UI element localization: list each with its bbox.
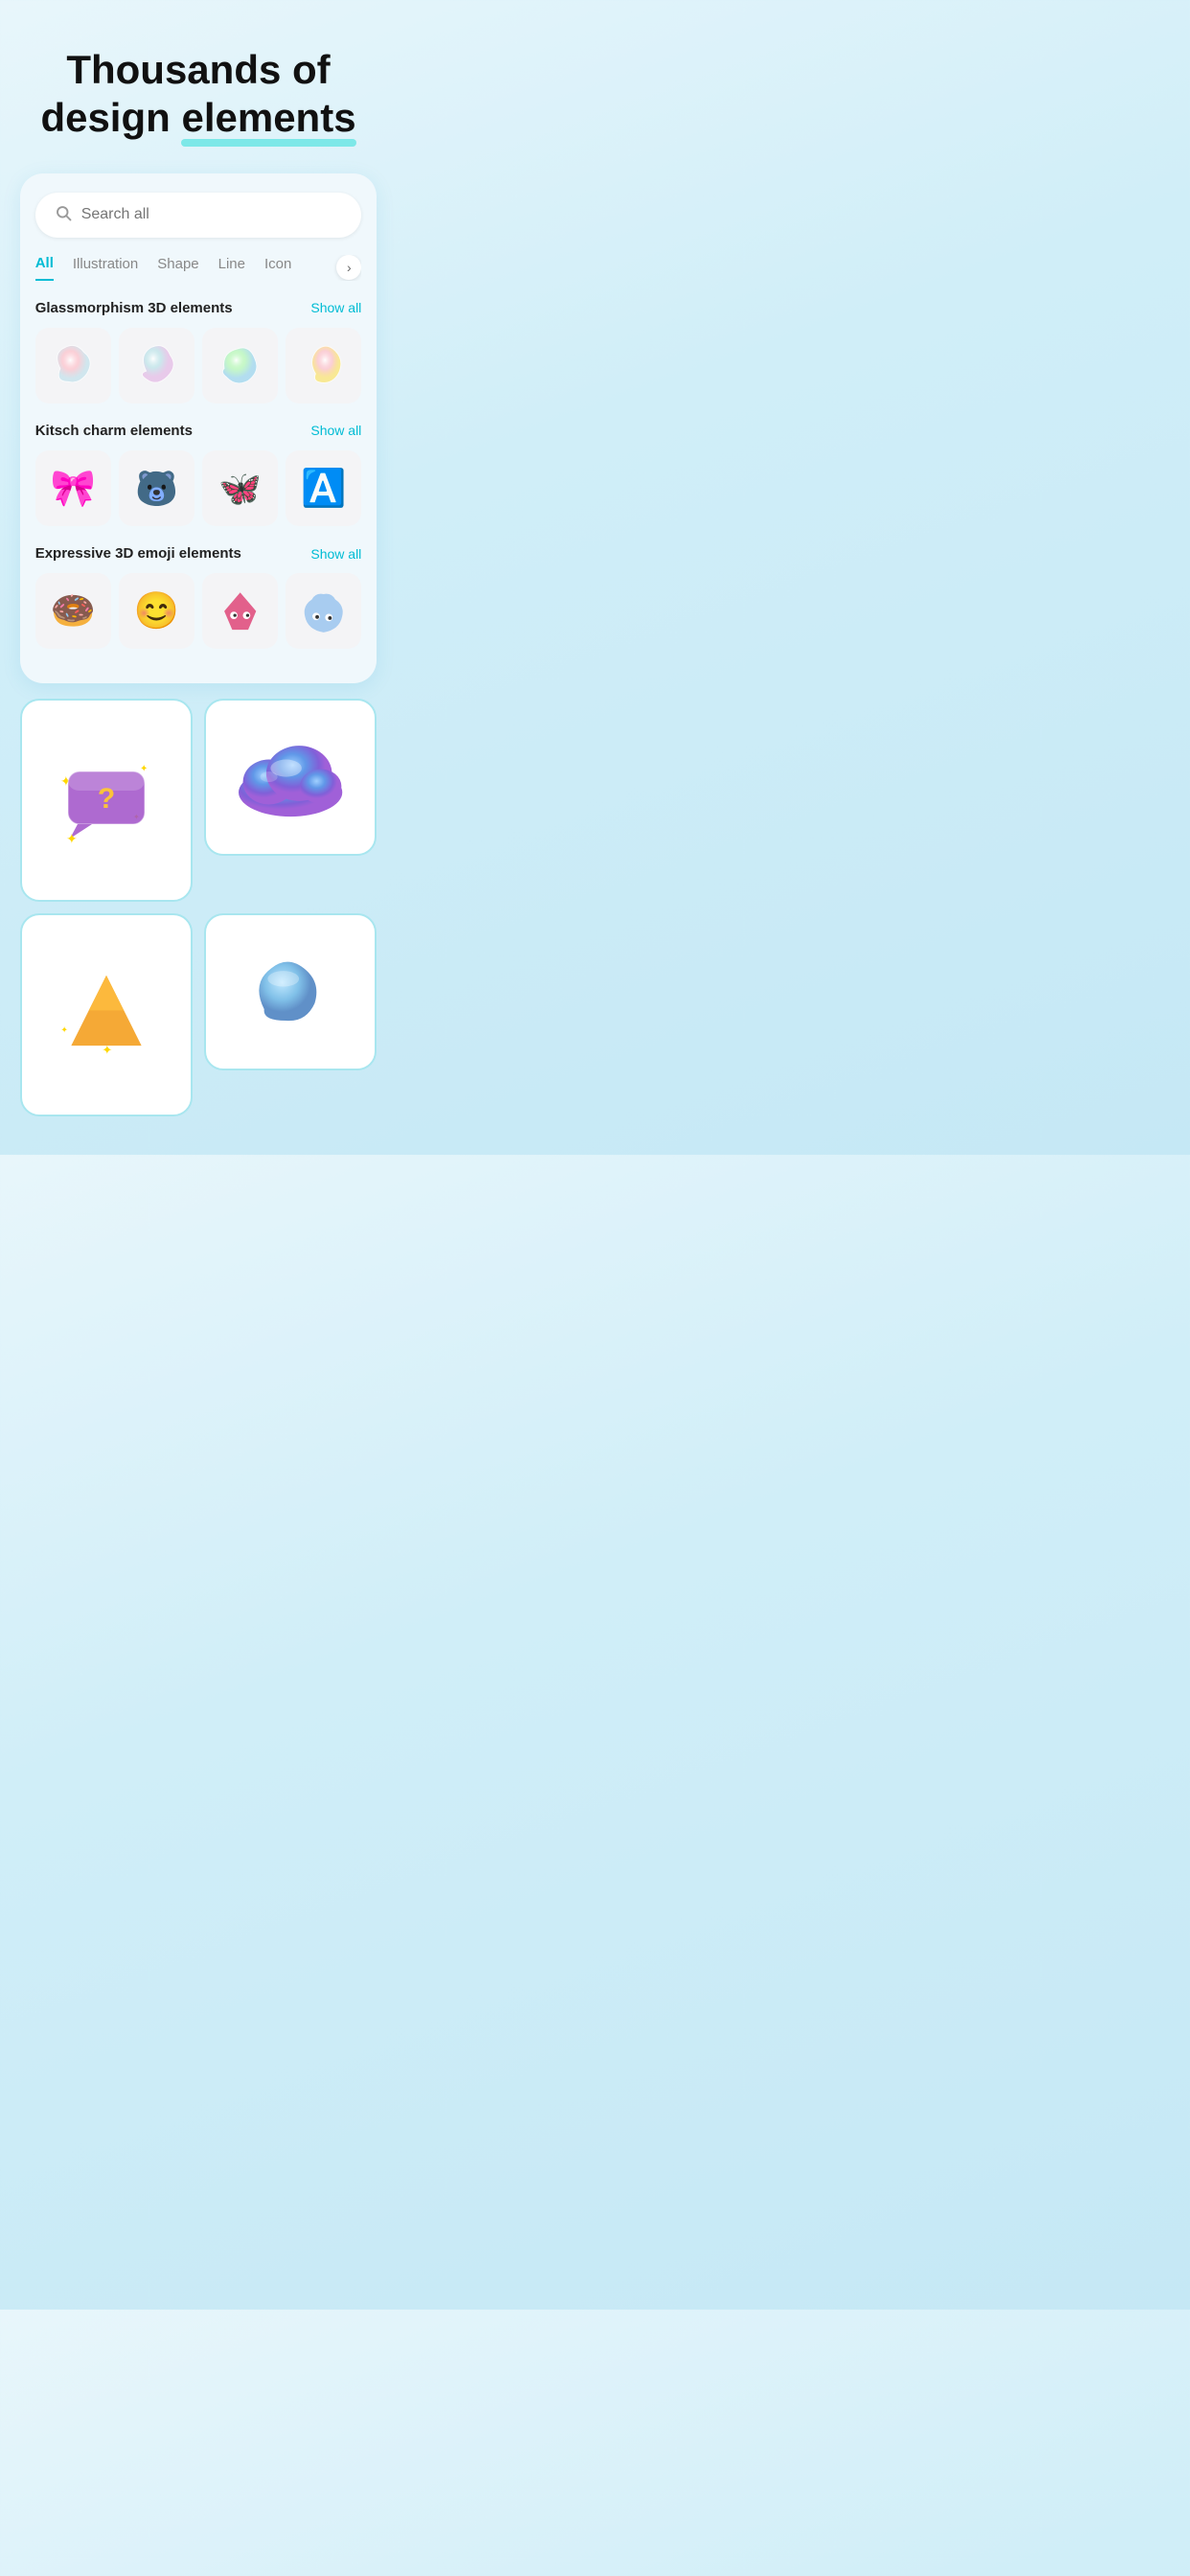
tab-all[interactable]: All: [35, 255, 54, 281]
show-all-emoji3d[interactable]: Show all: [310, 546, 361, 562]
svg-text:?: ?: [98, 783, 115, 815]
question-card-illustration: ✦ ✦ ✦ ? ✦: [49, 743, 164, 858]
search-card: All Illustration Shape Line Icon › Glass…: [20, 173, 378, 683]
landscape-illustration: ✦ ✦: [54, 957, 159, 1072]
section-glassmorphism-title: Glassmorphism 3D elements: [35, 300, 233, 316]
section-glassmorphism-header: Glassmorphism 3D elements Show all: [35, 300, 362, 316]
kitsch-item-bow[interactable]: 🎀: [35, 450, 111, 526]
tab-icon[interactable]: Icon: [264, 256, 291, 280]
emoji-smile: 😊: [134, 590, 179, 632]
show-all-glassmorphism[interactable]: Show all: [310, 300, 361, 315]
emoji-item-2[interactable]: 😊: [119, 573, 195, 649]
section-kitsch-header: Kitsch charm elements Show all: [35, 423, 362, 439]
kitsch-item-butterfly[interactable]: 🦋: [202, 450, 278, 526]
feature-card-question[interactable]: ✦ ✦ ✦ ? ✦: [20, 699, 193, 902]
section-glassmorphism: Glassmorphism 3D elements Show all: [35, 300, 362, 403]
glass-item-4[interactable]: [286, 328, 361, 403]
section-emoji3d-header: Expressive 3D emoji elements Show all: [35, 545, 362, 562]
search-icon: [55, 204, 72, 226]
hero-highlight: elements: [181, 94, 355, 142]
section-kitsch-title: Kitsch charm elements: [35, 423, 193, 439]
glass-item-3[interactable]: [202, 328, 278, 403]
svg-text:✦: ✦: [66, 831, 78, 846]
glass-item-2[interactable]: [119, 328, 195, 403]
show-all-kitsch[interactable]: Show all: [310, 423, 361, 438]
svg-text:✦: ✦: [140, 764, 148, 774]
letter-a-emoji: 🅰️: [301, 468, 346, 510]
hero-title: Thousands of design elements: [2, 46, 394, 143]
emoji-item-4[interactable]: [286, 573, 361, 649]
kitsch-item-letter[interactable]: 🅰️: [286, 450, 361, 526]
emoji-donut: 🍩: [51, 590, 96, 632]
emoji3d-grid: 🍩 😊: [35, 573, 362, 649]
section-kitsch: Kitsch charm elements Show all 🎀 🐻 🦋 🅰️: [35, 423, 362, 526]
bear-emoji: 🐻: [135, 469, 178, 509]
emoji-item-3[interactable]: [202, 573, 278, 649]
misc-illustration: [238, 944, 343, 1040]
section-emoji3d-title: Expressive 3D emoji elements: [35, 545, 241, 562]
tabs-next-arrow[interactable]: ›: [336, 255, 361, 280]
feature-cards-section: ✦ ✦ ✦ ? ✦: [20, 699, 378, 1116]
feature-card-landscape[interactable]: ✦ ✦: [20, 913, 193, 1116]
tab-shape[interactable]: Shape: [157, 256, 198, 280]
hero-line1: Thousands of: [66, 47, 330, 92]
bow-emoji: 🎀: [51, 468, 96, 510]
emoji-item-1[interactable]: 🍩: [35, 573, 111, 649]
hero-line2: design elements: [40, 95, 355, 140]
page-wrapper: Thousands of design elements All Illustr…: [0, 0, 397, 1155]
feature-card-misc[interactable]: [204, 913, 377, 1070]
kitsch-item-bear[interactable]: 🐻: [119, 450, 195, 526]
kitsch-grid: 🎀 🐻 🦋 🅰️: [35, 450, 362, 526]
section-emoji3d: Expressive 3D emoji elements Show all 🍩 …: [35, 545, 362, 649]
search-input[interactable]: [81, 206, 343, 223]
tab-illustration[interactable]: Illustration: [73, 256, 138, 280]
feature-card-cloud[interactable]: [204, 699, 377, 856]
cloud-illustration: [221, 727, 359, 828]
search-bar[interactable]: [35, 193, 362, 238]
svg-text:✦: ✦: [60, 1025, 68, 1035]
butterfly-emoji: 🦋: [218, 469, 262, 509]
glass-item-1[interactable]: [35, 328, 111, 403]
glassmorphism-grid: [35, 328, 362, 403]
tab-line[interactable]: Line: [218, 256, 245, 280]
tabs-bar: All Illustration Shape Line Icon ›: [35, 255, 362, 281]
